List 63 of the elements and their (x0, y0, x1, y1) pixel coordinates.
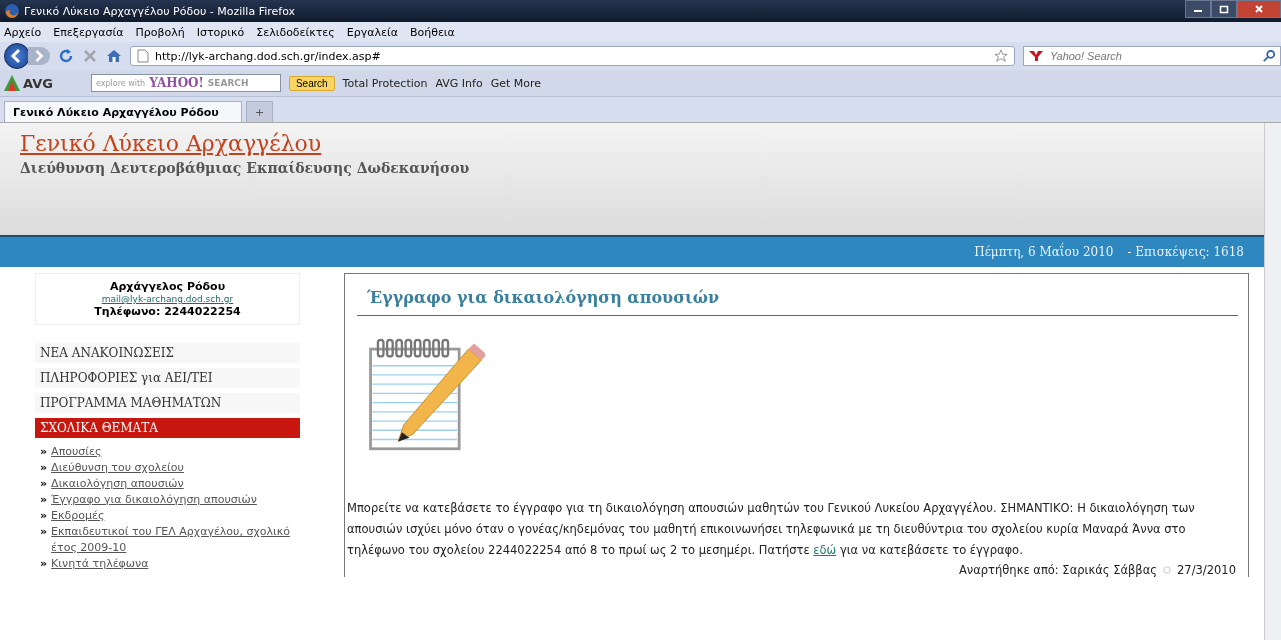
window-title: Γενικό Λύκειο Αρχαγγέλου Ρόδου - Mozilla Firefox (24, 4, 297, 18)
email-link[interactable]: mail@lyk-archang.dod.sch.gr (101, 294, 234, 304)
menu-item[interactable]: Βοήθεια (409, 25, 455, 39)
visits-counter: - Επισκέψεις: 1618 (1127, 245, 1244, 259)
clock-icon (1163, 566, 1172, 574)
bullet-mark: » (40, 524, 48, 540)
submenu-link[interactable]: Δικαιολόγηση απουσιών (51, 476, 184, 492)
toolbar-search-field[interactable]: explore with YAHOO! SEARCH (90, 74, 281, 92)
scrollbar[interactable] (1264, 123, 1281, 640)
star-icon[interactable] (994, 49, 1008, 63)
site-title-link[interactable]: Γενικό Λύκειο Αρχαγγέλου (20, 131, 322, 156)
toolbar-item[interactable]: AVG Info (435, 76, 483, 90)
sidebar-menu-item[interactable]: ΠΡΟΓΡΑΜΜΑ ΜΑΘΗΜΑΤΩΝ (35, 393, 300, 413)
submenu-link[interactable]: Εκπαιδευτικοί του ΓΕΛ Αρχαγέλου, σχολικό έτος 2009-10 (51, 524, 300, 556)
submenu-link[interactable]: Κινητά τηλέφωνα (51, 556, 149, 572)
menu-item[interactable]: Σελιδοδείκτες (256, 25, 335, 39)
search-icon[interactable] (1262, 49, 1276, 63)
home-icon[interactable] (106, 48, 122, 64)
bullet-mark: » (40, 508, 48, 524)
bullet-mark: » (40, 556, 48, 572)
submenu-link[interactable]: Εκδρομές (51, 508, 105, 524)
bullet-mark: » (40, 476, 48, 492)
submenu-link[interactable]: Έγγραφο για δικαιολόγηση απουσιών (51, 492, 257, 508)
close-button[interactable] (1237, 0, 1281, 18)
menu-item[interactable]: Εργαλεία (346, 25, 398, 39)
menu-item[interactable]: Ιστορικό (196, 25, 245, 39)
bullet-mark: » (40, 460, 48, 476)
author-text: Αναρτήθηκε από: Σαρικάς Σάββας (958, 563, 1158, 577)
menu-item[interactable]: Επεξεργασία (53, 25, 124, 39)
new-tab-button[interactable]: + (246, 101, 274, 122)
search-button[interactable]: Search (288, 75, 335, 91)
address-bar[interactable]: http://lyk-archang.dod.sch.gr/index.asp# (130, 46, 1015, 66)
browser-logo-icon (4, 3, 20, 19)
sidebar-menu-item[interactable]: ΝΕΑ ΑΝΑΚΟΙΝΩΣΕΙΣ (35, 343, 300, 363)
date-text: Πέμπτη, 6 Μαΐου 2010 (974, 245, 1114, 259)
sidebar-menu-item[interactable]: ΠΛΗΡΟΦΟΡΙΕΣ για ΑΕΙ/ΤΕΙ (35, 368, 300, 388)
page-icon (137, 49, 149, 63)
toolbar-item[interactable]: Total Protection (342, 76, 428, 90)
article-paragraph: Μπορείτε να κατεβάσετε το έγγραφο για τη δικαιολόγηση απουσιών μαθητών του Γενικού Λυκείου Αρχαγγέλου. ΣΗΜΑΝΤΙΚΟ: Η δικαιολόγηση των απουσιών ισχύει μόνο όταν ο γονέας/κηδεμόνας του μαθητή επικοινωνήσει τηλεφωνικά με τη διευθύντρια του σχολείου κυρία Μαναρά Άννα στο τηλέφωνο του σχολείου 2244022254 από 8 το πρωί ως 2 το μεσημέρι. Πατήστε εδώ για να κατεβάσετε το έγγραφο. (347, 500, 1196, 559)
maximize-button[interactable] (1211, 0, 1237, 18)
toolbar-item[interactable]: Get More (490, 76, 541, 90)
menu-item[interactable]: Προβολή (135, 25, 185, 39)
submenu-link[interactable]: Διεύθυνση του σχολείου (51, 460, 184, 476)
back-button[interactable] (4, 43, 30, 69)
menu-item[interactable]: Αρχείο (4, 25, 42, 39)
restore-icon (1219, 4, 1229, 14)
phone-text: Τηλέφωνο: 2244022254 (94, 305, 241, 318)
school-name: Αρχάγγελος Ρόδου (109, 280, 226, 293)
site-subtitle: Διεύθυνση Δευτεροβάθμιας Εκπαίδευσης Δωδεκανήσου (20, 160, 471, 176)
bullet-mark: » (40, 492, 48, 508)
search-field[interactable]: Yahoo! Search (1023, 46, 1281, 66)
minimize-button[interactable] (1185, 0, 1211, 18)
post-date: 27/3/2010 (1177, 563, 1236, 577)
download-link[interactable]: εδώ (813, 543, 837, 557)
article-heading: Έγγραφο για δικαιολόγηση απουσιών (357, 274, 1238, 316)
browser-tab[interactable]: Γενικό Λύκειο Αρχαγγέλου Ρόδου (4, 101, 242, 122)
antivirus-logo[interactable]: AVG (4, 75, 53, 91)
submenu-link[interactable]: Απουσίες (51, 444, 102, 460)
close-icon (1254, 4, 1264, 14)
bullet-mark: » (40, 444, 48, 460)
sidebar-menu-item[interactable]: ΣΧΟΛΙΚΑ ΘΕΜΑΤΑ (35, 418, 300, 438)
reload-icon[interactable] (58, 48, 74, 64)
yahoo-logo-icon (1028, 50, 1044, 62)
